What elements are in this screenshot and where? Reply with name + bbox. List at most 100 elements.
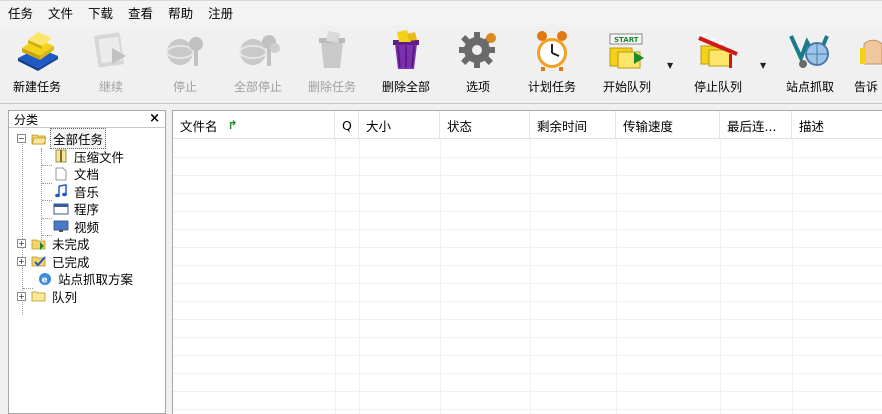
- tell-friend-label: 告诉: [854, 80, 879, 94]
- stop-all-button[interactable]: 全部停止: [226, 26, 290, 102]
- start-badge-text: START: [614, 36, 639, 44]
- tree-item-programs[interactable]: 程序: [9, 200, 165, 218]
- new-task-label: 新建任务: [12, 80, 61, 94]
- stop-all-icon: [235, 28, 281, 72]
- grid-line: [173, 175, 882, 176]
- stop-queue-button[interactable]: 停止队列: [686, 26, 750, 102]
- new-task-button[interactable]: 新建任务: [6, 26, 68, 102]
- column-last-try[interactable]: 最后连...: [720, 111, 792, 139]
- tree-item-compressed[interactable]: 压缩文件: [9, 148, 165, 166]
- site-grabber-label: 站点抓取: [785, 80, 834, 94]
- column-description-label: 描述: [799, 118, 825, 134]
- tree-item-grabber-projects[interactable]: e 站点抓取方案: [9, 270, 165, 288]
- menu-register[interactable]: 注册: [208, 2, 233, 26]
- column-q-label: Q: [342, 117, 352, 133]
- grid-line: [173, 247, 882, 248]
- browser-e-icon: e: [37, 272, 53, 286]
- options-button[interactable]: 选项: [454, 26, 502, 102]
- grid-line: [173, 373, 882, 374]
- start-queue-dropdown-icon[interactable]: ▼: [667, 61, 673, 70]
- tree-item-video[interactable]: 视频: [9, 218, 165, 236]
- alarm-clock-icon: [529, 28, 575, 72]
- grid-line: [173, 229, 882, 230]
- tree-item-documents[interactable]: 文档: [9, 165, 165, 183]
- tell-friend-button[interactable]: 告诉: [854, 26, 882, 102]
- menu-download[interactable]: 下载: [88, 2, 113, 26]
- stop-queue-icon: [695, 28, 741, 72]
- category-panel: 分类 × − 全部任务 压缩文件 文档 音乐 程序 视频 + 未完成 + 已完成…: [8, 110, 166, 414]
- program-window-icon: [53, 202, 69, 216]
- category-tree: − 全部任务 压缩文件 文档 音乐 程序 视频 + 未完成 + 已完成 e 站点…: [9, 128, 165, 315]
- grid-line: [335, 139, 336, 414]
- tree-label-programs: 程序: [74, 202, 100, 218]
- trash-icon: [309, 28, 355, 72]
- collapse-icon[interactable]: −: [17, 134, 26, 143]
- resume-label: 继续: [98, 80, 123, 94]
- expand-icon[interactable]: +: [17, 291, 26, 301]
- column-filename-label: 文件名: [180, 118, 218, 134]
- close-icon[interactable]: ×: [149, 112, 160, 126]
- grid-line: [720, 139, 721, 414]
- menu-file[interactable]: 文件: [48, 2, 73, 26]
- grid-line: [173, 337, 882, 338]
- tree-item-queues[interactable]: + 队列: [9, 288, 165, 306]
- scheduler-label: 计划任务: [527, 80, 576, 94]
- tree-item-music[interactable]: 音乐: [9, 183, 165, 201]
- site-grabber-button[interactable]: 站点抓取: [780, 26, 840, 102]
- column-speed-label: 传输速度: [623, 118, 674, 134]
- column-time-left-label: 剩余时间: [537, 118, 588, 134]
- folder-open-icon: [31, 132, 47, 146]
- unfinished-folder-icon: [31, 237, 47, 251]
- delete-task-label: 删除任务: [307, 80, 356, 94]
- tree-label-finished: 已完成: [52, 254, 90, 270]
- start-queue-button[interactable]: START 开始队列: [596, 26, 658, 102]
- start-queue-label: 开始队列: [602, 80, 651, 94]
- stop-button[interactable]: 停止: [160, 26, 210, 102]
- grid-line: [173, 157, 882, 158]
- column-size[interactable]: 大小: [359, 111, 440, 139]
- column-speed[interactable]: 传输速度: [616, 111, 720, 139]
- start-queue-icon: START: [604, 28, 650, 72]
- tree-label-unfinished: 未完成: [52, 237, 90, 253]
- scheduler-button[interactable]: 计划任务: [522, 26, 582, 102]
- svg-text:e: e: [42, 275, 48, 285]
- grid-line: [440, 139, 441, 414]
- gear-icon: [455, 28, 501, 72]
- music-note-icon: [53, 184, 69, 198]
- tree-label-music: 音乐: [74, 184, 100, 200]
- column-q[interactable]: Q: [335, 111, 359, 139]
- grid-line: [173, 193, 882, 194]
- hand-icon: [854, 28, 882, 72]
- menu-task[interactable]: 任务: [8, 2, 33, 26]
- new-task-icon: [14, 28, 60, 72]
- column-description[interactable]: 描述: [792, 111, 882, 139]
- stop-all-label: 全部停止: [233, 80, 282, 94]
- stop-queue-label: 停止队列: [693, 80, 742, 94]
- column-status[interactable]: 状态: [440, 111, 530, 139]
- column-time-left[interactable]: 剩余时间: [530, 111, 616, 139]
- sort-arrow-icon: ↱: [227, 118, 238, 132]
- tree-label-compressed: 压缩文件: [74, 149, 125, 165]
- tree-item-all-tasks[interactable]: − 全部任务: [9, 128, 165, 150]
- document-icon: [53, 167, 69, 181]
- column-filename[interactable]: 文件名 ↱: [173, 111, 335, 139]
- stop-icon: [162, 28, 208, 72]
- stop-queue-dropdown-icon[interactable]: ▼: [760, 61, 766, 70]
- expand-icon[interactable]: +: [17, 256, 26, 266]
- delete-task-button[interactable]: 删除任务: [300, 26, 364, 102]
- grid-line: [530, 139, 531, 414]
- site-grabber-icon: [787, 28, 833, 72]
- expand-icon[interactable]: +: [17, 239, 26, 248]
- trash-full-icon: [383, 28, 429, 72]
- category-panel-title: 分类: [14, 112, 39, 127]
- grid-line: [173, 319, 882, 320]
- menu-help[interactable]: 帮助: [168, 2, 193, 26]
- download-list[interactable]: 文件名 ↱ Q 大小 状态 剩余时间 传输速度 最后连... 描述: [172, 110, 882, 414]
- tree-item-finished[interactable]: + 已完成: [9, 253, 165, 271]
- tree-item-unfinished[interactable]: + 未完成: [9, 235, 165, 253]
- checkmark-folder-icon: [31, 254, 47, 268]
- grid-line: [792, 139, 793, 414]
- resume-button[interactable]: 继续: [86, 26, 136, 102]
- menu-view[interactable]: 查看: [128, 2, 153, 26]
- delete-all-button[interactable]: 删除全部: [374, 26, 438, 102]
